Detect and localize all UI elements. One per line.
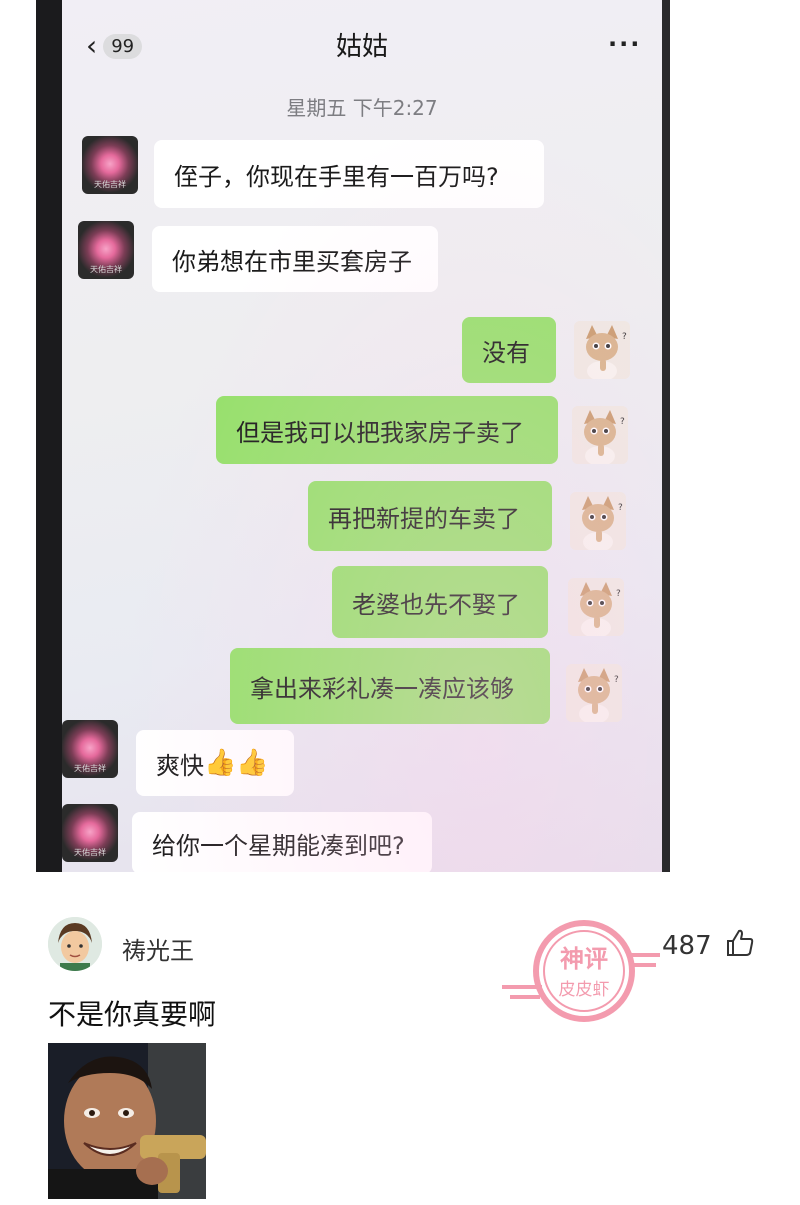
commenter-avatar[interactable] [48,917,102,971]
cat-icon: ? [570,492,626,550]
aunt-avatar[interactable]: 天佑吉祥 [62,804,118,862]
message-bubble-right[interactable]: 拿出来彩礼凑一凑应该够 [230,648,550,724]
like-count: 487 [662,931,712,961]
cat-icon: ? [574,321,630,379]
svg-text:?: ? [616,589,621,599]
back-button[interactable]: ‹ 99 [86,28,156,64]
cat-avatar[interactable]: ? [572,406,628,464]
cartoon-face-icon [48,917,102,971]
cat-avatar[interactable]: ? [570,492,626,550]
aunt-avatar[interactable]: 天佑吉祥 [82,136,138,194]
comment-text: 不是你真要啊 [48,998,217,1031]
chat-title: 姑姑 [335,32,388,62]
chat-screen: ‹ 99 姑姑 ··· 星期五 下午2:27 天佑吉祥 侄子，你现在手里有一百万… [62,0,662,872]
commenter-username[interactable]: 祷光王 [122,931,194,966]
message-bubble-left[interactable]: 给你一个星期能凑到吧? [132,812,432,872]
chat-screenshot-photo: ‹ 99 姑姑 ··· 星期五 下午2:27 天佑吉祥 侄子，你现在手里有一百万… [0,0,800,872]
aunt-avatar[interactable]: 天佑吉祥 [62,720,118,778]
thumbs-up-emoji: 👍👍 [204,748,269,778]
unread-badge: 99 [103,33,143,59]
message-bubble-right[interactable]: 没有 [462,317,556,383]
cat-avatar[interactable]: ? [574,321,630,379]
top-comment-stamp-icon: 神评 皮皮虾 [502,920,660,1022]
message-bubble-left[interactable]: 爽快 👍👍 [136,730,294,796]
avatar-caption: 天佑吉祥 [74,764,106,773]
thumbs-up-icon[interactable] [724,927,756,959]
message-timestamp: 星期五 下午2:27 [286,96,438,120]
message-bubble-right[interactable]: 但是我可以把我家房子卖了 [216,396,558,464]
stamp-text-top: 神评 [560,945,608,973]
cat-icon: ? [572,406,628,464]
avatar-caption: 天佑吉祥 [94,180,126,189]
message-bubble-right[interactable]: 再把新提的车卖了 [308,481,552,551]
chevron-left-icon: ‹ [86,29,98,62]
svg-text:?: ? [618,503,623,513]
aunt-avatar[interactable]: 天佑吉祥 [78,221,134,279]
message-bubble-right[interactable]: 老婆也先不娶了 [332,566,548,638]
cat-avatar[interactable]: ? [566,664,622,722]
comment-image[interactable] [48,1043,206,1199]
meme-photo [48,1043,206,1199]
message-bubble-left[interactable]: 侄子，你现在手里有一百万吗? [154,140,544,208]
cat-icon: ? [568,578,624,636]
cat-icon: ? [566,664,622,722]
cat-avatar[interactable]: ? [568,578,624,636]
stamp-text-bottom: 皮皮虾 [559,980,610,1000]
svg-text:?: ? [614,675,619,685]
message-bubble-left[interactable]: 你弟想在市里买套房子 [152,226,438,292]
svg-text:?: ? [620,417,625,427]
avatar-caption: 天佑吉祥 [90,265,122,274]
comment-card: 祷光王 神评 皮皮虾 487 不是你真要啊 [36,893,766,1205]
message-text: 爽快 [156,751,204,780]
svg-text:?: ? [622,332,627,342]
more-options-icon[interactable]: ··· [608,30,641,58]
avatar-caption: 天佑吉祥 [74,848,106,857]
phone-frame-right [662,0,670,872]
